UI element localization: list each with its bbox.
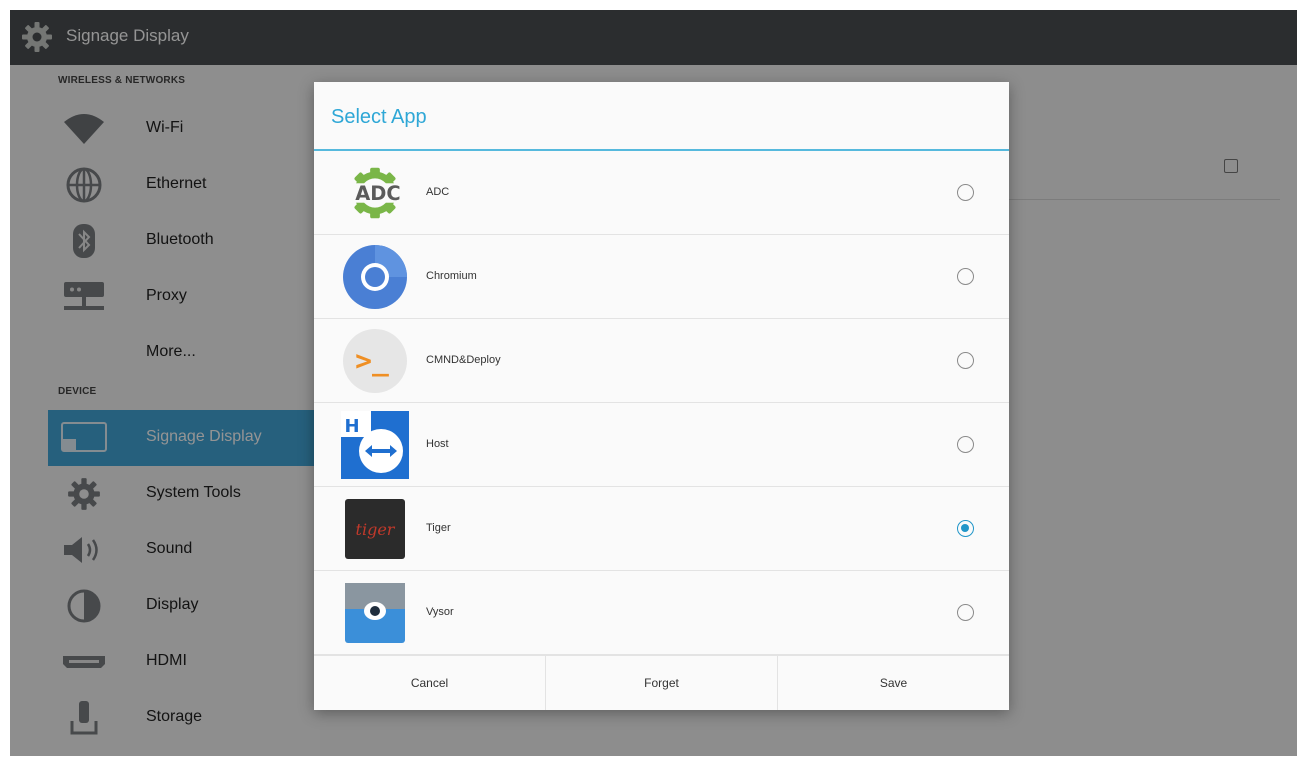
- app-radio-host[interactable]: [957, 436, 974, 453]
- terminal-icon: >_: [340, 327, 410, 395]
- adc-logo-icon: ADC: [340, 159, 410, 227]
- terminal-logo-text: >_: [355, 344, 389, 377]
- app-radio-tiger[interactable]: [957, 520, 974, 537]
- tiger-logo-icon: tiger: [340, 495, 410, 563]
- adc-logo-text: ADC: [355, 182, 400, 205]
- app-option-cmnd-deploy[interactable]: >_ CMND&Deploy: [314, 319, 1009, 403]
- app-radio-cmnd-deploy[interactable]: [957, 352, 974, 369]
- app-option-adc[interactable]: ADC ADC: [314, 151, 1009, 235]
- app-option-vysor[interactable]: Vysor: [314, 571, 1009, 655]
- app-option-label: Host: [426, 438, 449, 450]
- app-option-label: Vysor: [426, 606, 454, 618]
- vysor-logo-icon: [340, 579, 410, 647]
- save-button[interactable]: Save: [777, 656, 1009, 710]
- app-option-label: Chromium: [426, 270, 477, 282]
- dialog-title: Select App: [331, 106, 427, 128]
- app-option-label: CMND&Deploy: [426, 354, 501, 366]
- app-option-chromium[interactable]: Chromium: [314, 235, 1009, 319]
- host-logo-icon: H: [340, 411, 410, 479]
- host-logo-text: H: [344, 416, 359, 437]
- chromium-logo-icon: [340, 243, 410, 311]
- tiger-logo-text: tiger: [356, 520, 396, 539]
- app-option-label: ADC: [426, 186, 450, 198]
- app-radio-chromium[interactable]: [957, 268, 974, 285]
- forget-button[interactable]: Forget: [545, 656, 777, 710]
- app-option-host[interactable]: H Host: [314, 403, 1009, 487]
- screen: Signage Display WIRELESS & NETWORKS Wi-F…: [10, 10, 1297, 756]
- app-radio-vysor[interactable]: [957, 604, 974, 621]
- cancel-button[interactable]: Cancel: [314, 656, 545, 710]
- app-option-tiger[interactable]: tiger Tiger: [314, 487, 1009, 571]
- select-app-dialog: Select App ADC ADC Chromium >_ CMND&Depl…: [314, 82, 1009, 710]
- dialog-button-bar: Cancel Forget Save: [314, 655, 1009, 710]
- app-radio-adc[interactable]: [957, 184, 974, 201]
- app-option-label: Tiger: [426, 522, 451, 534]
